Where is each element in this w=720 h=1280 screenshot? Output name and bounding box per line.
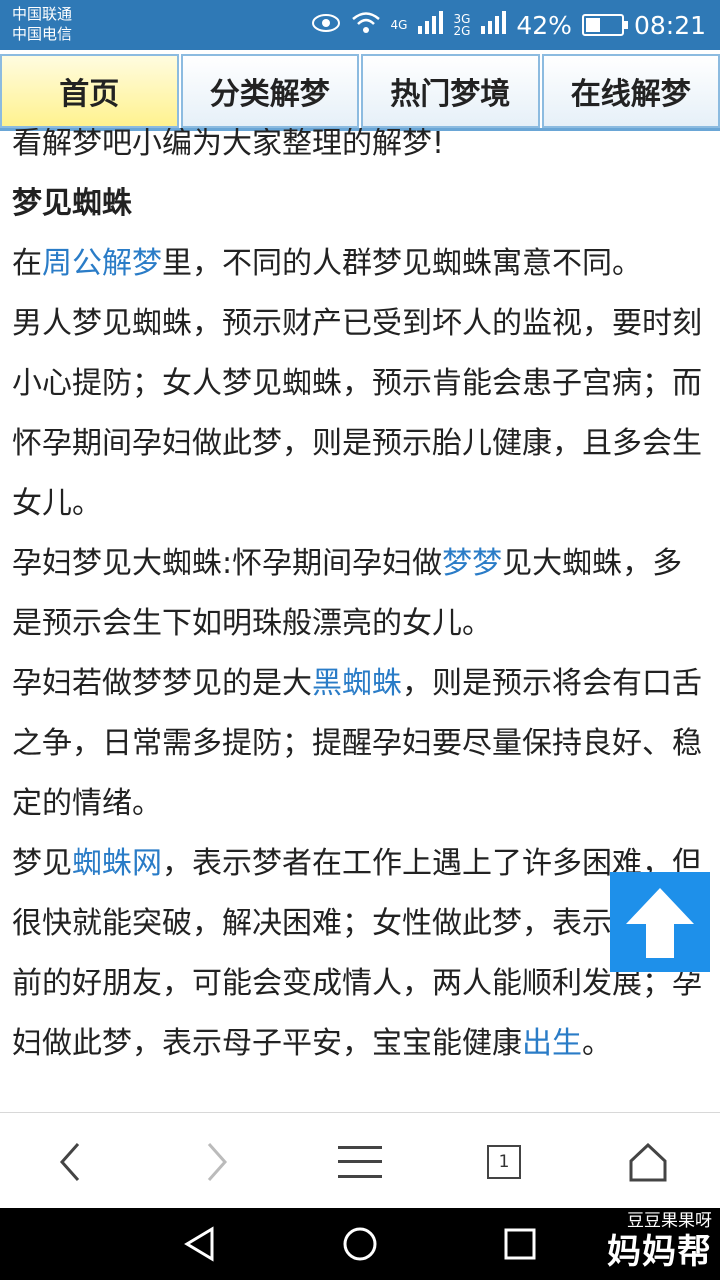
- article-heading: 梦见蜘蛛: [12, 186, 132, 221]
- text: 孕妇若做梦梦见的是大: [12, 666, 312, 701]
- carrier-1: 中国联通: [12, 5, 73, 23]
- net-4g-label: 4G: [390, 18, 408, 32]
- paragraph: 孕妇若做梦梦见的是大黑蜘蛛，则是预示将会有口舌之争，日常需多提防；提醒孕妇要尽量…: [12, 654, 712, 834]
- forward-button[interactable]: [192, 1137, 242, 1187]
- menu-icon: [338, 1146, 382, 1178]
- home-button[interactable]: [623, 1137, 673, 1187]
- sys-back-icon[interactable]: [182, 1226, 218, 1262]
- eye-icon: [311, 11, 341, 40]
- back-icon: [59, 1143, 80, 1181]
- watermark-username: 豆豆果果呀: [627, 1211, 712, 1231]
- wifi-icon: [351, 10, 381, 40]
- forward-icon: [207, 1143, 228, 1181]
- clock: 08:21: [633, 10, 706, 40]
- link-birth[interactable]: 出生: [522, 1026, 582, 1061]
- signal-4g: 4G: [391, 19, 408, 31]
- carrier-2: 中国电信: [12, 25, 73, 43]
- text: 孕妇梦见大蜘蛛:怀孕期间孕妇做: [12, 546, 443, 581]
- menu-button[interactable]: [335, 1137, 385, 1187]
- carrier-info: 中国联通 中国电信: [12, 4, 72, 44]
- text: 梦见: [12, 846, 72, 881]
- text: 里，不同的人群梦见蜘蛛寓意不同。: [162, 246, 642, 281]
- tab-count: 1: [498, 1152, 510, 1172]
- text: 在: [12, 246, 42, 281]
- status-bar: 中国联通 中国电信 4G 3G 2G 42% 08:21: [0, 0, 720, 50]
- tabs-icon: 1: [487, 1145, 521, 1179]
- sys-recent-icon[interactable]: [503, 1227, 537, 1261]
- watermark: 豆豆果果呀 妈妈帮: [607, 1210, 712, 1272]
- battery-icon: [581, 14, 628, 36]
- paragraph: 梦见蜘蛛网，表示梦者在工作上遇上了许多困难，但很快就能突破，解决困难；女性做此梦…: [12, 834, 712, 1074]
- sys-home-icon[interactable]: [342, 1226, 378, 1262]
- tab-home[interactable]: 首页: [0, 54, 179, 128]
- article-content: 看解梦吧小编为大家整理的解梦! 梦见蜘蛛 在周公解梦里，不同的人群梦见蜘蛛寓意不…: [12, 128, 712, 1112]
- watermark-brand: 妈妈帮: [607, 1232, 712, 1272]
- battery-percent: 42%: [516, 10, 572, 40]
- home-icon: [629, 1142, 667, 1182]
- link-black-spider[interactable]: 黑蜘蛛: [312, 666, 402, 701]
- tab-online-dream-reading[interactable]: 在线解梦: [541, 54, 720, 128]
- tab-categories[interactable]: 分类解梦: [180, 54, 359, 128]
- signal-icon: [417, 10, 444, 40]
- link-dream[interactable]: 梦梦: [442, 546, 502, 581]
- browser-toolbar: 1: [0, 1112, 720, 1209]
- link-spider-web[interactable]: 蜘蛛网: [72, 846, 162, 881]
- paragraph: 男人梦见蜘蛛，预示财产已受到坏人的监视，要时刻小心提防；女人梦见蜘蛛，预示肯能会…: [12, 306, 702, 521]
- scroll-top-button[interactable]: [610, 872, 710, 972]
- tabs-button[interactable]: 1: [479, 1137, 529, 1187]
- tab-popular-dreams[interactable]: 热门梦境: [361, 54, 540, 128]
- net-2g-label: 2G: [453, 24, 471, 38]
- arrow-up-icon: [626, 888, 694, 958]
- signal-3g-2g: 3G 2G: [453, 13, 470, 37]
- signal-icon: [480, 10, 507, 40]
- paragraph: 在周公解梦里，不同的人群梦见蜘蛛寓意不同。: [12, 234, 712, 294]
- text: 。: [582, 1026, 612, 1061]
- nav-tabs: 首页 分类解梦 热门梦境 在线解梦: [0, 54, 720, 131]
- article-intro: 看解梦吧小编为大家整理的解梦!: [12, 128, 445, 161]
- back-button[interactable]: [45, 1137, 95, 1187]
- link-zhougong-dream[interactable]: 周公解梦: [42, 246, 162, 281]
- paragraph: 孕妇梦见大蜘蛛:怀孕期间孕妇做梦梦见大蜘蛛，多是预示会生下如明珠般漂亮的女儿。: [12, 534, 712, 654]
